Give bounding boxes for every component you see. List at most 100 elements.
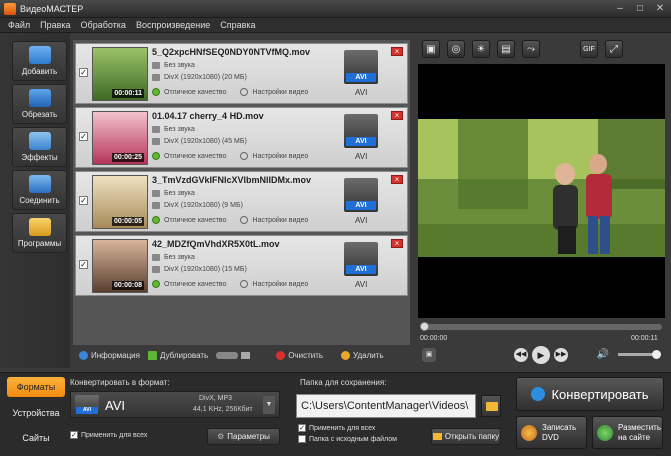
gif-button[interactable]: GIF xyxy=(580,40,598,58)
info-button[interactable]: Информация xyxy=(79,351,140,360)
volume-icon[interactable]: 🔊 xyxy=(596,348,610,362)
timeline-handle[interactable] xyxy=(420,322,429,331)
next-button[interactable]: ▶▶ xyxy=(554,348,568,362)
file-row[interactable]: ✓ 00:00:11 5_Q2xpcHNfSEQ0NDY0NTVfMQ.mov … xyxy=(75,43,408,104)
audio-info: Без звука xyxy=(152,254,195,261)
effects-label: Эффекты xyxy=(21,153,58,162)
format-thumbnail[interactable]: AVI xyxy=(344,178,378,212)
clear-button[interactable]: Очистить xyxy=(276,351,323,360)
same-folder-checkbox[interactable]: Папка с исходным файлом xyxy=(298,435,397,443)
effects-button[interactable]: Эффекты xyxy=(12,127,67,167)
format-thumbnail[interactable]: AVI xyxy=(344,242,378,276)
audio-info: Без звука xyxy=(152,62,195,69)
quality-dot-icon xyxy=(152,216,160,224)
checkbox-icon: ✓ xyxy=(298,424,306,432)
add-button[interactable]: Добавить xyxy=(12,41,67,81)
format-label: AVI xyxy=(355,216,368,225)
remove-file-button[interactable]: × xyxy=(391,239,403,248)
tab-devices[interactable]: Устройства xyxy=(7,403,65,423)
maximize-button[interactable]: □ xyxy=(633,2,647,15)
play-button[interactable]: ▶ xyxy=(532,346,550,364)
file-checkbox[interactable]: ✓ xyxy=(79,260,88,269)
menu-file[interactable]: Файл xyxy=(8,20,30,30)
crop-icon[interactable]: ▣ xyxy=(422,40,440,58)
trim-button[interactable]: Обрезать xyxy=(12,84,67,124)
fullscreen-icon[interactable]: ⤢ xyxy=(605,40,623,58)
browse-folder-button[interactable] xyxy=(481,395,501,417)
speaker-icon xyxy=(152,254,160,261)
file-row[interactable]: ✓ 00:00:25 01.04.17 cherry_4 HD.mov Без … xyxy=(75,107,408,168)
video-settings-link[interactable]: Настройки видео xyxy=(252,153,308,160)
volume-handle[interactable] xyxy=(652,350,661,359)
view-toggle[interactable] xyxy=(216,352,251,359)
publish-button[interactable]: Разместить на сайте xyxy=(592,416,663,449)
quality-info: Отличное качество Настройки видео xyxy=(152,88,308,96)
format-selector[interactable]: AVI AVI DivX, MP3 44,1 KHz, 256Кбит ▼ xyxy=(70,391,280,418)
convert-button[interactable]: Конвертировать xyxy=(516,377,664,411)
quality-dot-icon xyxy=(152,280,160,288)
file-checkbox[interactable]: ✓ xyxy=(79,132,88,141)
remove-file-button[interactable]: × xyxy=(391,111,403,120)
burn-dvd-button[interactable]: Записать DVD xyxy=(516,416,587,449)
menu-help[interactable]: Справка xyxy=(220,20,255,30)
programs-button[interactable]: Программы xyxy=(12,213,67,253)
apply-all-format-checkbox[interactable]: ✓ Применить для всех xyxy=(70,431,147,439)
open-folder-button[interactable]: Открыть папку xyxy=(431,428,501,445)
format-thumbnail[interactable]: AVI xyxy=(344,50,378,84)
codec-info: DivX (1920x1080) (9 MБ) xyxy=(152,202,243,209)
video-thumbnail: 00:00:25 xyxy=(92,111,148,165)
remove-file-button[interactable]: × xyxy=(391,47,403,56)
snapshot-button[interactable]: ▣ xyxy=(422,348,436,362)
convert-format-label: Конвертировать в формат: xyxy=(70,378,170,387)
remove-file-button[interactable]: × xyxy=(391,175,403,184)
menu-playback[interactable]: Воспроизведение xyxy=(136,20,210,30)
join-button[interactable]: Соединить xyxy=(12,170,67,210)
tab-formats[interactable]: Форматы xyxy=(7,377,65,397)
folder-icon xyxy=(486,402,498,411)
snapshot-icon[interactable]: ◎ xyxy=(447,40,465,58)
toggle-switch-icon xyxy=(216,352,239,359)
programs-icon xyxy=(28,218,51,236)
video-settings-link[interactable]: Настройки видео xyxy=(252,217,308,224)
format-audio-params: 44,1 KHz, 256Кбит xyxy=(193,406,253,413)
previous-button[interactable]: ◀◀ xyxy=(514,348,528,362)
video-preview[interactable] xyxy=(418,64,665,318)
chevron-down-icon[interactable]: ▼ xyxy=(263,396,275,414)
delete-label: Удалить xyxy=(353,351,384,360)
parameters-button[interactable]: ⚙ Параметры xyxy=(207,428,280,445)
add-label: Добавить xyxy=(21,67,58,76)
volume-slider[interactable] xyxy=(618,350,661,359)
save-folder-label: Папка для сохранения: xyxy=(300,378,387,387)
codec-label: DivX (1920x1080) (9 MБ) xyxy=(164,202,243,209)
file-name: 42_MDZfQmVhdXR5X0tL.mov xyxy=(152,239,280,249)
tab-sites[interactable]: Сайты xyxy=(7,428,65,448)
duplicate-label: Дублировать xyxy=(159,351,209,360)
file-row[interactable]: ✓ 00:00:08 42_MDZfQmVhdXR5X0tL.mov Без з… xyxy=(75,235,408,296)
delete-button[interactable]: Удалить xyxy=(341,351,384,360)
apply-all-save-checkbox[interactable]: ✓ Применить для всех xyxy=(298,424,375,432)
brightness-icon[interactable]: ☀ xyxy=(472,40,490,58)
menu-process[interactable]: Обработка xyxy=(81,20,126,30)
file-checkbox[interactable]: ✓ xyxy=(79,68,88,77)
speed-icon[interactable]: ⤳ xyxy=(522,40,540,58)
gear-icon xyxy=(240,280,249,288)
watermark-icon[interactable]: ▤ xyxy=(497,40,515,58)
duplicate-button[interactable]: Дублировать xyxy=(147,351,209,360)
file-row[interactable]: ✓ 00:00:05 3_TmVzdGVkIFNlcXVlbmNlIDMx.mo… xyxy=(75,171,408,232)
quality-info: Отличное качество Настройки видео xyxy=(152,152,308,160)
timeline-slider[interactable] xyxy=(420,322,662,331)
codec-info: DivX (1920x1080) (20 MБ) xyxy=(152,74,247,81)
format-name: AVI xyxy=(105,398,125,413)
menu-bar: Файл Правка Обработка Воспроизведение Сп… xyxy=(0,18,671,33)
video-thumbnail: 00:00:11 xyxy=(92,47,148,101)
format-thumbnail[interactable]: AVI xyxy=(344,114,378,148)
save-path-field[interactable]: C:\Users\ContentManager\Videos\ xyxy=(296,394,476,418)
video-settings-link[interactable]: Настройки видео xyxy=(252,281,308,288)
minimize-button[interactable]: – xyxy=(613,2,627,15)
close-window-button[interactable]: ✕ xyxy=(653,2,667,15)
add-file-icon xyxy=(28,46,51,64)
video-settings-link[interactable]: Настройки видео xyxy=(252,89,308,96)
menu-edit[interactable]: Правка xyxy=(40,20,70,30)
file-checkbox[interactable]: ✓ xyxy=(79,196,88,205)
title-bar: ВидеоМАСТЕР – □ ✕ xyxy=(0,0,671,18)
